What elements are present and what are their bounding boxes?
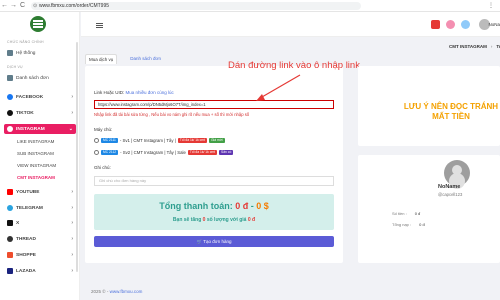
profile-deposit-label: Tổng nạp : <box>392 222 412 227</box>
notice-text: LƯU Ý NÊN ĐỌC TRÁNH MẤT TIỀN <box>403 102 499 121</box>
profile-balance-value: 0 đ <box>414 211 421 216</box>
profile-deposit-value: 0 đ <box>419 222 425 227</box>
profile-total-deposit: Tổng nạp : 0 đ <box>392 222 425 227</box>
profile-name: NoName <box>438 184 461 190</box>
annotation-text: Dán đường link vào ô nhập link <box>228 60 360 71</box>
notice-panel: LƯU Ý NÊN ĐỌC TRÁNH MẤT TIỀN <box>358 66 500 146</box>
profile-panel: NoName @capcell123 Số tiền : 0 đ Tổng nạp… <box>358 155 500 263</box>
profile-avatar <box>444 160 470 186</box>
profile-handle: @capcell123 <box>438 192 463 197</box>
footer-link[interactable]: www.fbmxu.com <box>110 289 143 294</box>
annotation-arrow-head <box>256 94 265 101</box>
footer-copyright: 2025 © <box>91 289 106 294</box>
profile-balance-label: Số tiền : <box>392 211 407 216</box>
footer: 2025 © - www.fbmxu.com <box>91 289 143 294</box>
profile-balance: Số tiền : 0 đ <box>392 211 420 216</box>
annotation-arrow-line <box>261 74 301 98</box>
